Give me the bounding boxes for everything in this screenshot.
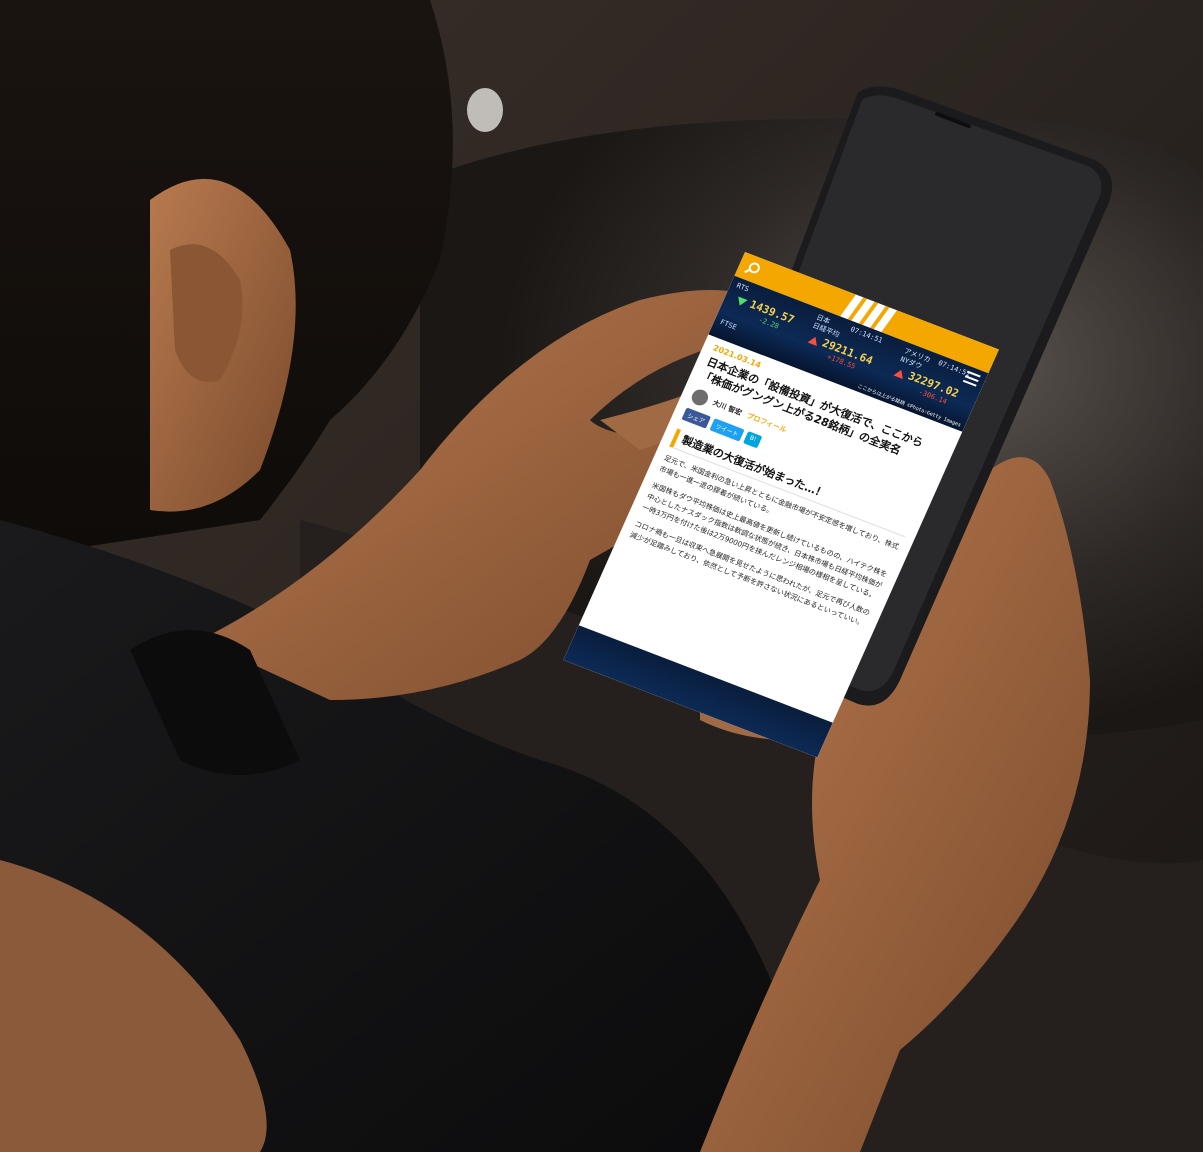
fx-label: FTSE (718, 318, 738, 332)
search-icon[interactable] (742, 259, 763, 279)
down-arrow-icon (735, 296, 748, 308)
rts-label: RTS (735, 281, 751, 294)
up-arrow-icon (893, 368, 906, 379)
twitter-share-button[interactable]: ツイート (709, 418, 745, 442)
facebook-share-button[interactable]: シェア (681, 407, 712, 429)
author-avatar (689, 387, 711, 408)
hatena-bookmark-button[interactable]: B! (743, 431, 762, 449)
author-name[interactable]: 大川 智宏 (711, 398, 743, 418)
up-arrow-icon (807, 335, 821, 346)
